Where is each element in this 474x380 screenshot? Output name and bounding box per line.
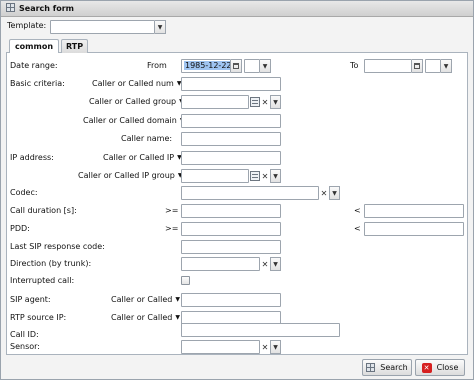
sip-agent-input[interactable] — [181, 293, 281, 307]
caller-called-ip-selector[interactable]: Caller or Called IP ▼ — [103, 152, 182, 165]
from-label: From — [147, 61, 167, 70]
caller-called-ip-group-selector[interactable]: Caller or Called IP group▼ — [78, 170, 182, 183]
codec-input[interactable] — [181, 186, 319, 200]
ip-group-dropdown-arrow[interactable]: ▼ — [270, 169, 281, 183]
ip-group-input[interactable] — [181, 169, 249, 183]
caller-called-num-selector[interactable]: Caller or Called num ▼ — [92, 78, 181, 91]
sip-agent-selector[interactable]: Caller or Called ▼ — [111, 294, 180, 307]
chevron-down-icon: ▼ — [175, 314, 180, 321]
sensor-input[interactable] — [181, 340, 260, 354]
direction-label: Direction (by trunk): — [10, 259, 92, 268]
caller-called-num-input[interactable] — [181, 77, 281, 91]
search-button[interactable]: Search — [362, 359, 412, 376]
call-duration-label: Call duration [s]: — [10, 206, 77, 215]
call-duration-lt-label: < — [354, 206, 361, 215]
rtp-source-ip-label: RTP source IP: — [10, 313, 67, 322]
direction-dropdown-arrow[interactable]: ▼ — [270, 257, 281, 271]
time-to-input[interactable] — [425, 59, 441, 73]
template-select[interactable] — [50, 20, 155, 34]
group-dropdown-arrow[interactable]: ▼ — [270, 95, 281, 109]
title-bar: Search form — [1, 1, 473, 17]
caller-called-domain-input[interactable] — [181, 114, 281, 128]
call-id-label: Call ID: — [10, 330, 39, 339]
calendar-icon[interactable] — [412, 59, 423, 73]
sensor-dropdown-arrow[interactable]: ▼ — [270, 340, 281, 354]
caller-name-input[interactable] — [181, 132, 281, 146]
template-label: Template: — [7, 21, 47, 30]
tab-rtp[interactable]: RTP — [61, 39, 88, 53]
chevron-down-icon: ▼ — [175, 296, 180, 303]
tab-common[interactable]: common — [9, 39, 59, 54]
search-form-window: Search form Template: ▼ common RTP Date … — [0, 0, 474, 380]
time-to-dropdown-arrow[interactable]: ▼ — [441, 59, 452, 73]
sip-agent-label: SIP agent: — [10, 295, 51, 304]
date-range-label: Date range: — [10, 61, 58, 70]
pdd-ge-label: >= — [165, 224, 179, 233]
pdd-max-input[interactable] — [364, 222, 464, 236]
caller-called-group-selector[interactable]: Caller or Called group▼ — [89, 96, 184, 109]
last-sip-response-input[interactable] — [181, 240, 281, 254]
tab-bar: common RTP — [6, 39, 468, 54]
group-list-icon[interactable] — [250, 97, 260, 107]
date-from-input[interactable]: 1985-12-22 — [181, 59, 231, 73]
time-from-dropdown-arrow[interactable]: ▼ — [260, 59, 271, 73]
search-button-label: Search — [380, 363, 408, 372]
window-title: Search form — [19, 4, 75, 13]
clear-icon[interactable]: ✕ — [319, 186, 329, 200]
last-sip-response-label: Last SIP response code: — [10, 242, 105, 251]
call-duration-ge-label: >= — [165, 206, 179, 215]
close-button-label: Close — [436, 363, 459, 372]
grid-icon — [6, 3, 15, 14]
clear-icon[interactable]: ✕ — [260, 340, 270, 354]
group-list-icon[interactable] — [250, 171, 260, 181]
to-label: To — [350, 61, 359, 70]
date-to-input[interactable] — [364, 59, 412, 73]
time-from-input[interactable] — [244, 59, 260, 73]
grid-icon — [366, 363, 376, 372]
pdd-lt-label: < — [354, 224, 361, 233]
caller-called-ip-input[interactable] — [181, 151, 281, 165]
caller-called-domain-selector[interactable]: Caller or Called domain▼ — [83, 115, 184, 128]
sensor-label: Sensor: — [10, 342, 40, 351]
ip-address-label: IP address: — [10, 153, 54, 162]
template-dropdown-arrow[interactable]: ▼ — [155, 20, 166, 34]
basic-criteria-label: Basic criteria: — [10, 79, 65, 88]
pdd-min-input[interactable] — [181, 222, 281, 236]
rtp-source-ip-selector[interactable]: Caller or Called ▼ — [111, 312, 180, 325]
caller-called-group-input[interactable] — [181, 95, 249, 109]
call-duration-max-input[interactable] — [364, 204, 464, 218]
call-duration-min-input[interactable] — [181, 204, 281, 218]
clear-icon[interactable]: ✕ — [260, 169, 270, 183]
clear-icon[interactable]: ✕ — [260, 95, 270, 109]
calendar-icon[interactable] — [231, 59, 242, 73]
close-button[interactable]: ✕ Close — [415, 359, 465, 376]
pdd-label: PDD: — [10, 224, 30, 233]
call-id-input[interactable] — [181, 323, 340, 337]
interrupted-call-checkbox[interactable] — [181, 276, 190, 285]
codec-dropdown-arrow[interactable]: ▼ — [329, 186, 340, 200]
caller-name-label: Caller name: — [121, 134, 173, 143]
clear-icon[interactable]: ✕ — [260, 257, 270, 271]
interrupted-call-label: Interrupted call: — [10, 276, 75, 285]
codec-label: Codec: — [10, 188, 38, 197]
direction-input[interactable] — [181, 257, 260, 271]
close-icon: ✕ — [421, 362, 432, 373]
